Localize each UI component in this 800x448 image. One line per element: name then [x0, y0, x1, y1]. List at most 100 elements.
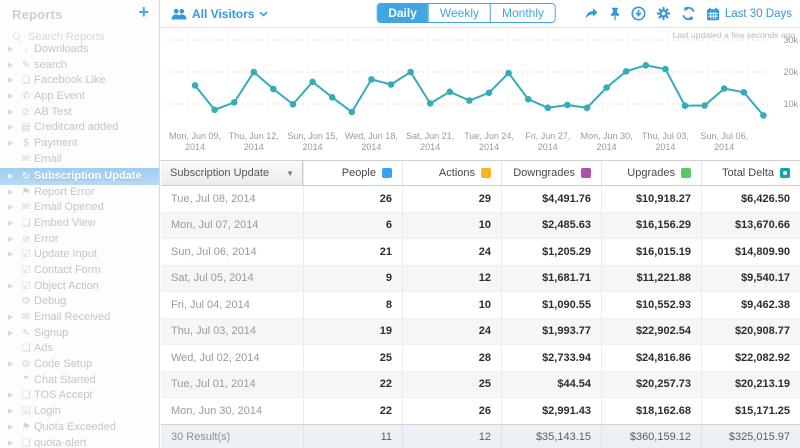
chart-point[interactable]	[368, 76, 375, 83]
chart-point[interactable]	[721, 85, 728, 92]
sidebar-item-embed-view[interactable]: ▶❏Embed View	[0, 216, 159, 232]
expand-chevron-icon[interactable]: ▶	[8, 42, 18, 58]
table-row[interactable]: Sun, Jul 06, 20142124$1,205.29$16,015.19…	[161, 239, 800, 266]
column-header-downgrades[interactable]: Downgrades	[501, 161, 601, 185]
chart-point[interactable]	[329, 94, 336, 101]
expand-chevron-icon[interactable]: ▶	[8, 105, 18, 121]
sidebar-item-login[interactable]: ▶☑Login	[0, 404, 159, 420]
expand-chevron-icon[interactable]: ▶	[8, 58, 18, 74]
event-selector-dropdown[interactable]: Subscription Update ▼	[161, 161, 303, 185]
chart-point[interactable]	[682, 102, 689, 109]
chart-point[interactable]	[466, 97, 473, 104]
expand-chevron-icon[interactable]: ▶	[8, 420, 18, 436]
chart-point[interactable]	[407, 69, 414, 76]
table-row[interactable]: Tue, Jul 08, 20142629$4,491.76$10,918.27…	[161, 186, 800, 213]
sidebar-item-creditcard-added[interactable]: ▶▤Creditcard added	[0, 120, 159, 136]
expand-chevron-icon[interactable]: ▶	[8, 310, 18, 326]
expand-chevron-icon[interactable]: ▶	[8, 357, 18, 373]
sidebar-item-subscription-update[interactable]: ▶↻Subscription Update	[0, 168, 159, 185]
sidebar-item-code-setup[interactable]: ▶⚙Code Setup	[0, 357, 159, 373]
chart-point[interactable]	[760, 112, 767, 119]
chart-point[interactable]	[643, 62, 650, 69]
sidebar-item-email-opened[interactable]: ▶✉Email Opened	[0, 200, 159, 216]
expand-chevron-icon[interactable]: ▶	[8, 436, 18, 448]
chart-point[interactable]	[192, 82, 199, 89]
expand-chevron-icon[interactable]: ▶	[8, 247, 18, 263]
expand-chevron-icon[interactable]: ▶	[8, 89, 18, 105]
series-color-swatch[interactable]	[382, 168, 392, 178]
sidebar-item-error[interactable]: ▶⊘Error	[0, 232, 159, 248]
chart-point[interactable]	[486, 90, 493, 97]
segment-selector[interactable]: All Visitors	[171, 7, 268, 21]
table-row[interactable]: Mon, Jul 07, 2014610$2,485.63$16,156.29$…	[161, 213, 800, 240]
chart-point[interactable]	[388, 81, 395, 88]
sidebar-item-app-event[interactable]: ▶✆App Event	[0, 89, 159, 105]
gear-icon[interactable]	[656, 6, 671, 21]
pin-icon[interactable]	[609, 7, 621, 21]
table-row[interactable]: Sat, Jul 05, 2014912$1,681.71$11,221.88$…	[161, 266, 800, 293]
expand-chevron-icon[interactable]: ▶	[8, 168, 18, 185]
sidebar-item-update-input[interactable]: ▶☑Update Input	[0, 247, 159, 263]
chart-point[interactable]	[564, 102, 571, 109]
sidebar-item-chat-started[interactable]: ❞Chat Started	[0, 373, 159, 389]
sidebar-item-report-error[interactable]: ▶⚑Report Error	[0, 185, 159, 201]
sidebar-item-signup[interactable]: ▶✎Signup	[0, 326, 159, 342]
chart-point[interactable]	[584, 105, 591, 112]
expand-chevron-icon[interactable]: ▶	[8, 73, 18, 89]
add-report-button[interactable]: +	[138, 3, 149, 21]
expand-chevron-icon[interactable]: ▶	[8, 326, 18, 342]
sidebar-item-ads[interactable]: ❏Ads	[0, 341, 159, 357]
download-icon[interactable]	[631, 6, 646, 21]
column-header-actions[interactable]: Actions	[402, 161, 501, 185]
expand-chevron-icon[interactable]: ▶	[8, 185, 18, 201]
sidebar-item-email[interactable]: ✉Email	[0, 152, 159, 168]
sidebar-item-tos-accept[interactable]: ▶❏TOS Accept	[0, 388, 159, 404]
series-color-swatch[interactable]	[780, 168, 790, 178]
sidebar-item-downloads[interactable]: ▶↓Downloads	[0, 42, 159, 58]
chart-point[interactable]	[505, 70, 512, 77]
expand-chevron-icon[interactable]: ▶	[8, 232, 18, 248]
expand-chevron-icon[interactable]: ▶	[8, 279, 18, 295]
chart-point[interactable]	[251, 69, 258, 76]
chart-point[interactable]	[270, 86, 277, 93]
expand-chevron-icon[interactable]: ▶	[8, 216, 18, 232]
chart-point[interactable]	[349, 109, 356, 116]
chart-point[interactable]	[525, 96, 532, 103]
chart-point[interactable]	[701, 102, 708, 109]
expand-chevron-icon[interactable]: ▶	[8, 404, 18, 420]
period-button-monthly[interactable]: Monthly	[490, 4, 555, 22]
sidebar-item-email-received[interactable]: ▶✉Email Received	[0, 310, 159, 326]
series-color-swatch[interactable]	[581, 168, 591, 178]
table-row[interactable]: Fri, Jul 04, 2014810$1,090.55$10,552.93$…	[161, 292, 800, 319]
refresh-icon[interactable]	[681, 6, 696, 21]
table-row[interactable]: Mon, Jun 30, 20142226$2,991.43$18,162.68…	[161, 398, 800, 425]
period-button-weekly[interactable]: Weekly	[428, 4, 490, 22]
sidebar-item-contact-form[interactable]: ☑Contact Form	[0, 263, 159, 279]
sidebar-item-debug[interactable]: ⚙Debug	[0, 294, 159, 310]
expand-chevron-icon[interactable]: ▶	[8, 388, 18, 404]
chart-point[interactable]	[662, 66, 669, 73]
period-button-daily[interactable]: Daily	[377, 4, 428, 22]
sidebar-item-quota-exceeded[interactable]: ▶⚑Quota Exceeded	[0, 420, 159, 436]
chart-point[interactable]	[231, 99, 238, 106]
column-header-people[interactable]: People	[303, 161, 402, 185]
table-row[interactable]: Thu, Jul 03, 20141924$1,993.77$22,902.54…	[161, 319, 800, 346]
share-icon[interactable]	[584, 7, 599, 21]
chart-point[interactable]	[603, 84, 610, 91]
chart-point[interactable]	[427, 100, 434, 107]
expand-chevron-icon[interactable]: ▶	[8, 200, 18, 216]
sidebar-item-search[interactable]: ▶✎search	[0, 58, 159, 74]
column-header-upgrades[interactable]: Upgrades	[601, 161, 701, 185]
expand-chevron-icon[interactable]: ▶	[8, 136, 18, 152]
chart-point[interactable]	[211, 107, 218, 114]
series-color-swatch[interactable]	[481, 168, 491, 178]
chart-point[interactable]	[623, 68, 630, 75]
chart-point[interactable]	[447, 89, 454, 96]
chart-point[interactable]	[309, 79, 316, 86]
series-color-swatch[interactable]	[681, 168, 691, 178]
sidebar-item-object-action[interactable]: ▶☑Object Action	[0, 279, 159, 295]
table-row[interactable]: Wed, Jul 02, 20142528$2,733.94$24,816.86…	[161, 345, 800, 372]
sidebar-item-quota-alert[interactable]: ▶❏quota-alert	[0, 436, 159, 448]
sidebar-item-payment[interactable]: ▶$Payment	[0, 136, 159, 152]
column-header-total-delta[interactable]: Total Delta	[701, 161, 800, 185]
